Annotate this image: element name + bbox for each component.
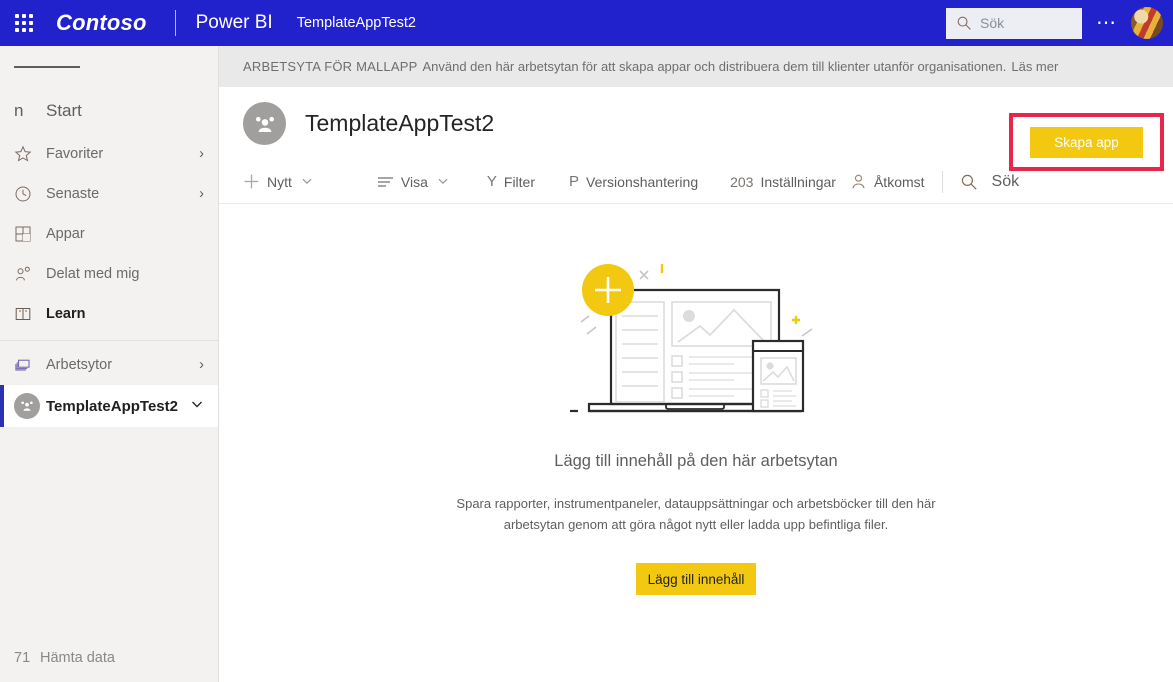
chevron-right-icon: › bbox=[199, 146, 204, 162]
empty-state: Lägg till innehåll på den här arbetsytan… bbox=[219, 204, 1173, 595]
waffle-grid-icon bbox=[15, 14, 33, 32]
user-avatar[interactable] bbox=[1131, 7, 1163, 39]
toolbar-access-label: Åtkomst bbox=[874, 174, 925, 190]
home-icon: n bbox=[14, 101, 40, 121]
sidebar-item-templateapptest2[interactable]: TemplateAppTest2 bbox=[0, 385, 218, 427]
add-content-illustration bbox=[556, 244, 836, 434]
sidebar-collapse-button[interactable] bbox=[0, 46, 218, 88]
banner-bold-text: ARBETSYTA FÖR MALLAPP bbox=[243, 59, 417, 74]
hamburger-icon-bar bbox=[14, 66, 36, 68]
toolbar-access-button[interactable]: Åtkomst bbox=[850, 173, 925, 190]
sidebar-item-delat-med-mig[interactable]: Delat med mig bbox=[0, 254, 218, 294]
sidebar-get-data-button[interactable]: 71 Hämta data bbox=[0, 634, 218, 682]
toolbar-new-button[interactable]: Nytt bbox=[243, 173, 313, 190]
top-header: Contoso Power BI TemplateAppTest2 ⋯ bbox=[0, 0, 1173, 46]
header-more-button[interactable]: ⋯ bbox=[1082, 18, 1131, 28]
brand-title[interactable]: Contoso bbox=[56, 10, 147, 36]
sidebar-item-label: Learn bbox=[46, 306, 86, 322]
product-name[interactable]: Power BI bbox=[196, 12, 273, 34]
toolbar-search-box[interactable]: Sök bbox=[960, 173, 1020, 191]
chevron-down-icon[interactable] bbox=[190, 397, 204, 415]
get-data-icon: 71 bbox=[14, 650, 40, 666]
star-icon bbox=[14, 145, 40, 163]
create-app-button[interactable]: Skapa app bbox=[1030, 127, 1143, 158]
waffle-icon[interactable] bbox=[0, 0, 48, 46]
toolbar-divider bbox=[942, 171, 943, 193]
template-app-banner: ARBETSYTA FÖR MALLAPP Använd den här arb… bbox=[219, 46, 1173, 87]
shared-person-icon bbox=[14, 265, 40, 283]
settings-gear-icon: 203 bbox=[730, 174, 753, 190]
search-icon bbox=[960, 173, 978, 191]
toolbar-versioning-label: Versionshantering bbox=[586, 174, 698, 190]
header-search-input[interactable] bbox=[980, 15, 1072, 31]
person-access-icon bbox=[850, 173, 867, 190]
sidebar-item-arbetsytor[interactable]: Arbetsytor › bbox=[0, 345, 218, 385]
plus-icon bbox=[243, 173, 260, 190]
chevron-down-icon[interactable] bbox=[301, 174, 313, 190]
breadcrumb[interactable]: TemplateAppTest2 bbox=[297, 15, 416, 31]
sidebar-item-label: Delat med mig bbox=[46, 266, 139, 282]
chevron-right-icon: › bbox=[199, 357, 204, 373]
toolbar-view-button[interactable]: Visa bbox=[377, 174, 449, 190]
sidebar-item-label: Appar bbox=[46, 226, 85, 242]
sidebar-item-label: TemplateAppTest2 bbox=[46, 398, 178, 415]
sidebar-item-appar[interactable]: Appar bbox=[0, 214, 218, 254]
sidebar-get-data-label: Hämta data bbox=[40, 650, 115, 666]
chevron-down-icon[interactable] bbox=[437, 174, 449, 190]
sidebar-item-learn[interactable]: Learn bbox=[0, 294, 218, 334]
hamburger-icon-bar bbox=[58, 66, 80, 68]
clock-icon bbox=[14, 185, 40, 203]
workspace-header: TemplateAppTest2 Skapa app bbox=[219, 87, 1173, 160]
apps-grid-icon bbox=[14, 225, 40, 243]
chevron-right-icon: › bbox=[199, 186, 204, 202]
version-history-icon: P bbox=[569, 173, 579, 190]
toolbar-view-label: Visa bbox=[401, 174, 428, 190]
header-right-group: ⋯ bbox=[946, 7, 1173, 39]
workspaces-stack-icon bbox=[14, 356, 40, 374]
sidebar-item-label: Start bbox=[46, 101, 82, 121]
sidebar: n Start Favoriter › Senaste › bbox=[0, 46, 219, 682]
sidebar-item-senaste[interactable]: Senaste › bbox=[0, 174, 218, 214]
sidebar-item-label: Favoriter bbox=[46, 146, 103, 162]
toolbar-search-label: Sök bbox=[992, 173, 1020, 191]
create-app-highlight-box: Skapa app bbox=[1009, 113, 1164, 171]
power-bi-workspace-page: Contoso Power BI TemplateAppTest2 ⋯ n St… bbox=[0, 0, 1173, 682]
main-content: ARBETSYTA FÖR MALLAPP Använd den här arb… bbox=[219, 46, 1173, 682]
search-icon bbox=[956, 15, 972, 31]
toolbar-settings-button[interactable]: 203 Inställningar bbox=[730, 174, 836, 190]
page-title: TemplateAppTest2 bbox=[305, 110, 494, 137]
banner-text: Använd den här arbetsytan för att skapa … bbox=[422, 59, 1006, 74]
toolbar-versioning-button[interactable]: P Versionshantering bbox=[569, 173, 698, 190]
toolbar-new-label: Nytt bbox=[267, 174, 292, 190]
empty-state-title: Lägg till innehåll på den här arbetsytan bbox=[554, 452, 837, 471]
sidebar-item-label: Arbetsytor bbox=[46, 357, 112, 373]
toolbar-settings-label: Inställningar bbox=[760, 174, 836, 190]
sidebar-item-start[interactable]: n Start bbox=[0, 88, 218, 134]
toolbar-filter-button[interactable]: Y Filter bbox=[487, 173, 535, 190]
workspace-avatar-icon bbox=[14, 393, 40, 419]
sidebar-divider bbox=[0, 340, 218, 341]
header-search-box[interactable] bbox=[946, 8, 1082, 39]
sidebar-item-label: Senaste bbox=[46, 186, 99, 202]
header-divider bbox=[175, 10, 176, 36]
people-group-icon bbox=[243, 102, 286, 145]
sidebar-item-favoriter[interactable]: Favoriter › bbox=[0, 134, 218, 174]
hamburger-icon-bar bbox=[36, 66, 58, 68]
list-lines-icon bbox=[377, 175, 394, 189]
book-icon bbox=[14, 305, 40, 323]
add-content-button[interactable]: Lägg till innehåll bbox=[636, 563, 756, 595]
empty-state-description: Spara rapporter, instrumentpaneler, data… bbox=[446, 493, 946, 535]
filter-icon: Y bbox=[487, 173, 497, 190]
toolbar-filter-label: Filter bbox=[504, 174, 535, 190]
banner-learn-more-link[interactable]: Läs mer bbox=[1011, 59, 1058, 74]
